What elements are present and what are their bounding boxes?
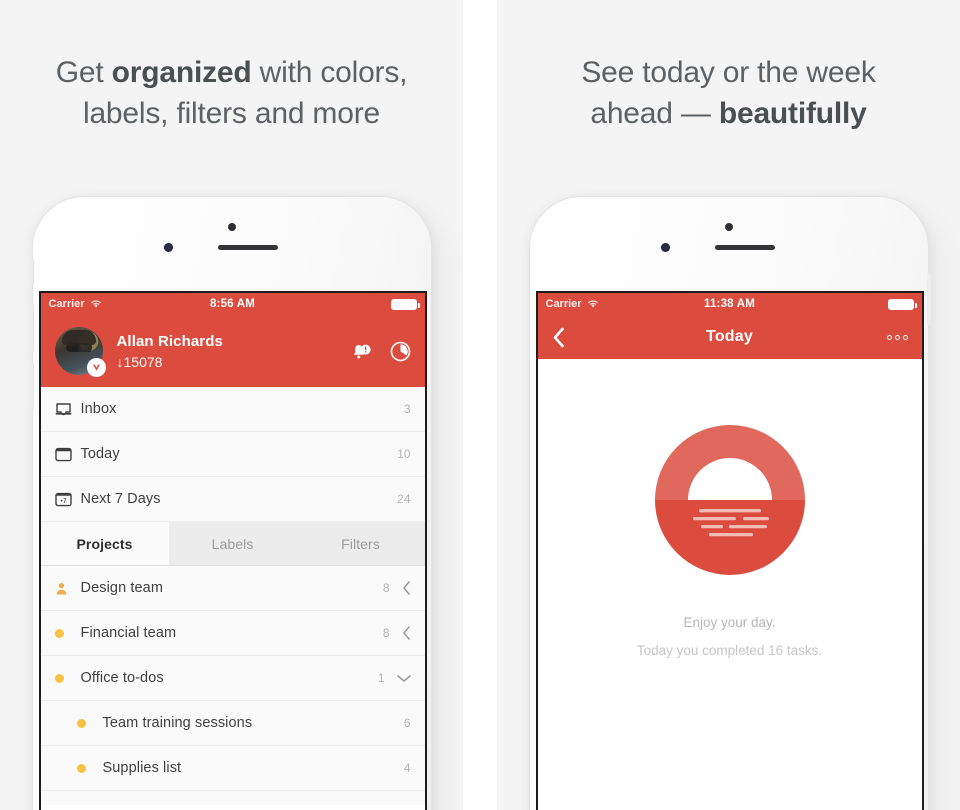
headline-bold: organized xyxy=(111,56,252,89)
empty-state: Enjoy your day. Today you completed 16 t… xyxy=(537,359,922,810)
list-item-partial xyxy=(40,791,425,805)
notification-bell-icon[interactable] xyxy=(348,341,372,361)
project-count: 1 xyxy=(377,671,385,685)
sidebar-item-label: Inbox xyxy=(80,401,117,417)
empty-state-subtitle: Today you completed 16 tasks. xyxy=(636,643,823,658)
silent-switch[interactable] xyxy=(29,259,34,285)
tab-labels[interactable]: Labels xyxy=(169,522,297,565)
headline-pre2: ahead — xyxy=(590,97,719,130)
project-count: 4 xyxy=(403,761,411,775)
list-item[interactable]: Design team 8 xyxy=(40,566,425,611)
left-phone-screen: Carrier 8:56 AM Allan Richards ↓15078 In… xyxy=(38,291,427,810)
calendar-7-icon: •7 xyxy=(54,491,81,507)
item-count: 3 xyxy=(403,402,411,416)
tab-label: Filters xyxy=(341,535,380,552)
earpiece-speaker-icon xyxy=(217,245,278,250)
filter-list: Inbox 3 Today 10 •7 Next 7 Days 24 xyxy=(40,387,425,522)
proximity-sensor-icon xyxy=(724,223,733,231)
project-count: 8 xyxy=(382,581,390,595)
headline-pre: Get xyxy=(55,56,112,89)
proximity-sensor-icon xyxy=(227,223,236,231)
item-count: 24 xyxy=(397,492,411,506)
navigation-bar: Today xyxy=(537,315,922,359)
earpiece-speaker-icon xyxy=(714,245,775,250)
project-label: Design team xyxy=(80,580,163,596)
headline-line1: See today or the week xyxy=(581,56,876,89)
page-title: Today xyxy=(706,328,753,345)
left-headline: Get organized with colors, labels, filte… xyxy=(0,52,463,134)
vector-badge-icon xyxy=(86,358,106,377)
sunset-horizon-icon xyxy=(654,425,805,575)
person-icon xyxy=(55,582,81,595)
more-options-icon[interactable] xyxy=(886,334,908,340)
right-headline: See today or the week ahead — beautifull… xyxy=(497,52,960,134)
headline-line2: labels, filters and more xyxy=(82,97,380,130)
volume-up-button[interactable] xyxy=(29,305,34,351)
chevron-down-icon[interactable] xyxy=(396,674,411,683)
sidebar-item-label: Next 7 Days xyxy=(80,491,161,507)
productivity-chart-icon[interactable] xyxy=(390,341,411,362)
volume-down-button[interactable] xyxy=(29,363,34,409)
tab-projects[interactable]: Projects xyxy=(40,522,169,565)
project-label: Office to-dos xyxy=(80,670,164,686)
dot-icon xyxy=(54,673,81,683)
chevron-left-icon[interactable] xyxy=(402,581,411,595)
battery-icon xyxy=(887,298,917,310)
project-count: 8 xyxy=(382,626,390,640)
dot-icon xyxy=(76,718,103,728)
user-karma: ↓15078 xyxy=(116,353,163,370)
sidebar-item-today[interactable]: Today 10 xyxy=(40,432,425,477)
list-item[interactable]: Team training sessions 6 xyxy=(40,701,425,746)
sidebar-item-next-7-days[interactable]: •7 Next 7 Days 24 xyxy=(40,477,425,522)
status-bar-time: 11:38 AM xyxy=(703,298,756,310)
avatar[interactable] xyxy=(54,327,106,377)
left-promo-panel: Get organized with colors, labels, filte… xyxy=(0,0,463,810)
dot-icon xyxy=(54,628,81,638)
list-item[interactable]: Financial team 8 xyxy=(40,611,425,656)
tab-label: Labels xyxy=(211,535,254,552)
right-promo-panel: See today or the week ahead — beautifull… xyxy=(497,0,960,810)
user-header: Allan Richards ↓15078 xyxy=(40,315,425,387)
project-count: 6 xyxy=(403,716,411,730)
svg-text:•7: •7 xyxy=(60,498,66,505)
item-count: 10 xyxy=(397,447,411,461)
front-camera-icon xyxy=(163,243,173,252)
tab-label: Projects xyxy=(76,535,133,552)
status-bar-right xyxy=(887,298,917,310)
battery-icon xyxy=(390,298,420,310)
panel-divider xyxy=(463,0,497,810)
project-label: Team training sessions xyxy=(102,715,253,731)
project-label: Financial team xyxy=(80,625,177,641)
project-label: Supplies list xyxy=(102,760,182,776)
left-phone-mockup: Carrier 8:56 AM Allan Richards ↓15078 In… xyxy=(29,196,432,810)
header-actions xyxy=(348,341,411,362)
sidebar-item-inbox[interactable]: Inbox 3 xyxy=(40,387,425,432)
promo-screenshot: Get organized with colors, labels, filte… xyxy=(0,0,960,810)
status-bar-time: 8:56 AM xyxy=(209,298,256,310)
user-name: Allan Richards xyxy=(116,332,223,350)
front-camera-icon xyxy=(660,243,670,252)
calendar-icon xyxy=(54,446,81,462)
headline-post: with colors, xyxy=(251,56,408,89)
headline-bold2: beautifully xyxy=(718,97,867,130)
empty-state-title: Enjoy your day. xyxy=(683,615,776,630)
list-item[interactable]: Supplies list 4 xyxy=(40,746,425,791)
dot-icon xyxy=(76,763,103,773)
right-phone-mockup: Carrier 11:38 AM Today Enjoy your day. T… xyxy=(528,196,931,810)
sidebar-item-label: Today xyxy=(80,446,120,462)
right-phone-screen: Carrier 11:38 AM Today Enjoy your day. T… xyxy=(535,291,924,810)
status-bar: Carrier 8:56 AM xyxy=(40,293,425,315)
list-item[interactable]: Office to-dos 1 xyxy=(40,656,425,701)
status-bar-right xyxy=(390,298,420,310)
inbox-icon xyxy=(55,402,81,417)
power-button[interactable] xyxy=(926,273,931,325)
project-list: Design team 8 Financial team 8 Office to… xyxy=(40,566,425,805)
chevron-left-icon[interactable] xyxy=(402,626,411,640)
user-info: Allan Richards ↓15078 xyxy=(117,333,223,370)
chevron-left-icon[interactable] xyxy=(552,327,565,348)
tab-filters[interactable]: Filters xyxy=(297,522,425,565)
status-bar: Carrier 11:38 AM xyxy=(537,293,922,315)
sidebar-tabs: Projects Labels Filters xyxy=(40,522,425,566)
